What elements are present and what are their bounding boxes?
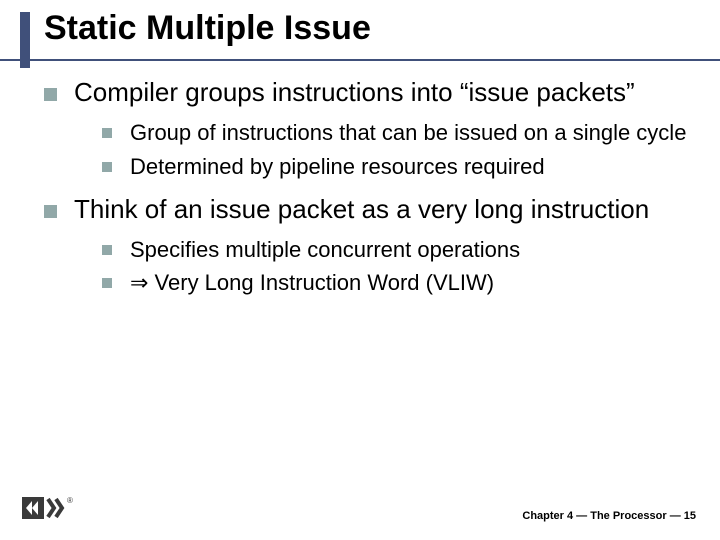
sub-bullet-text: Specifies multiple concurrent operations — [130, 237, 520, 262]
sub-bullet-text: ⇒ Very Long Instruction Word (VLIW) — [130, 270, 494, 295]
sub-bullet-text: Group of instructions that can be issued… — [130, 120, 686, 145]
title-area: Static Multiple Issue — [0, 0, 720, 61]
sub-bullet-item: Group of instructions that can be issued… — [100, 119, 690, 147]
bullet-item: Compiler groups instructions into “issue… — [40, 77, 690, 180]
title-underline — [0, 59, 720, 61]
sub-bullet-list: Group of instructions that can be issued… — [74, 119, 690, 180]
sub-bullet-item: ⇒ Very Long Instruction Word (VLIW) — [100, 269, 690, 297]
bullet-text: Think of an issue packet as a very long … — [74, 194, 649, 224]
content-area: Compiler groups instructions into “issue… — [0, 61, 720, 296]
sub-bullet-item: Determined by pipeline resources require… — [100, 153, 690, 181]
footer-text: Chapter 4 — The Processor — 15 — [522, 510, 696, 522]
title-accent-bar — [20, 12, 30, 68]
bullet-item: Think of an issue packet as a very long … — [40, 194, 690, 297]
sub-bullet-list: Specifies multiple concurrent operations… — [74, 236, 690, 297]
publisher-logo-icon: ® — [22, 495, 76, 526]
sub-bullet-item: Specifies multiple concurrent operations — [100, 236, 690, 264]
slide: Static Multiple Issue Compiler groups in… — [0, 0, 720, 540]
bullet-text: Compiler groups instructions into “issue… — [74, 77, 635, 107]
svg-text:®: ® — [67, 496, 73, 505]
footer: ® Chapter 4 — The Processor — 15 — [0, 500, 720, 528]
sub-bullet-text: Determined by pipeline resources require… — [130, 154, 545, 179]
slide-title: Static Multiple Issue — [44, 10, 720, 47]
bullet-list: Compiler groups instructions into “issue… — [40, 77, 690, 296]
